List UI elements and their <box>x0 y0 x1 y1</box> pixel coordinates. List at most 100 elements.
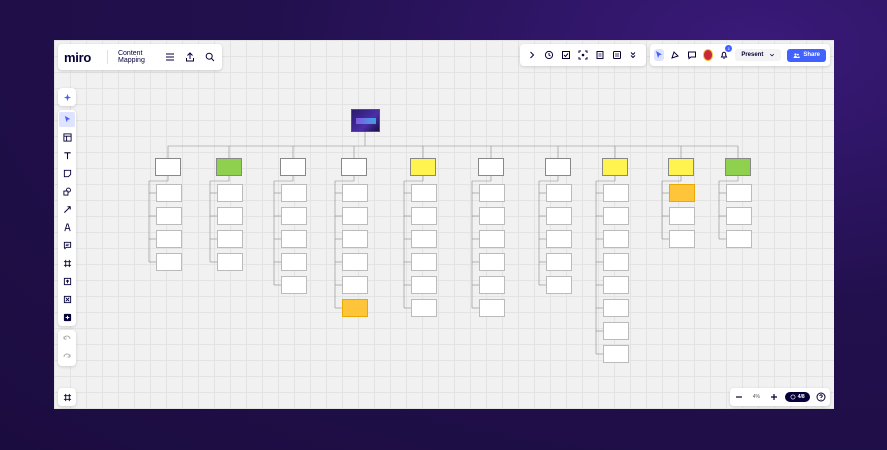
content-card[interactable] <box>603 322 629 340</box>
chevron-right-icon[interactable] <box>526 49 538 61</box>
timer-icon[interactable] <box>543 49 555 61</box>
comment-icon[interactable] <box>686 49 696 61</box>
content-card[interactable] <box>411 207 437 225</box>
content-card[interactable] <box>603 230 629 248</box>
voting-icon[interactable] <box>560 49 572 61</box>
content-card[interactable] <box>217 184 243 202</box>
content-card[interactable] <box>603 276 629 294</box>
content-card[interactable] <box>342 253 368 271</box>
content-card[interactable] <box>726 230 752 248</box>
content-card[interactable] <box>342 184 368 202</box>
content-card[interactable] <box>546 276 572 294</box>
content-card[interactable] <box>603 253 629 271</box>
zoom-out-icon[interactable] <box>734 391 744 403</box>
pen-tool[interactable] <box>59 220 75 235</box>
content-card[interactable] <box>603 207 629 225</box>
content-card[interactable] <box>546 184 572 202</box>
upload-tool[interactable] <box>59 274 75 289</box>
export-icon[interactable] <box>184 51 196 63</box>
content-card[interactable] <box>726 207 752 225</box>
content-card[interactable] <box>479 276 505 294</box>
content-card[interactable] <box>156 253 182 271</box>
zoom-in-icon[interactable] <box>768 391 778 403</box>
category-card[interactable] <box>725 158 751 176</box>
content-card[interactable] <box>281 207 307 225</box>
content-card[interactable] <box>281 184 307 202</box>
content-card[interactable] <box>411 276 437 294</box>
content-card[interactable] <box>603 299 629 317</box>
chevron-double-down-icon[interactable] <box>627 49 639 61</box>
frames-panel-button[interactable] <box>58 388 76 406</box>
comment-tool[interactable] <box>59 238 75 253</box>
notes-icon[interactable] <box>611 49 623 61</box>
content-card[interactable] <box>479 184 505 202</box>
content-card[interactable] <box>156 184 182 202</box>
sticky-note-tool[interactable] <box>59 166 75 181</box>
content-card[interactable] <box>411 184 437 202</box>
shapes-tool[interactable] <box>59 184 75 199</box>
category-card[interactable] <box>216 158 242 176</box>
content-card[interactable] <box>479 253 505 271</box>
user-avatar[interactable] <box>702 49 714 61</box>
content-card[interactable] <box>411 299 437 317</box>
content-card[interactable] <box>281 276 307 294</box>
content-card[interactable] <box>342 230 368 248</box>
content-card[interactable] <box>217 230 243 248</box>
content-card[interactable] <box>342 299 368 317</box>
category-card[interactable] <box>478 158 504 176</box>
redo-icon[interactable] <box>61 351 73 363</box>
category-card[interactable] <box>341 158 367 176</box>
content-card[interactable] <box>411 253 437 271</box>
search-icon[interactable] <box>204 51 216 63</box>
category-card[interactable] <box>668 158 694 176</box>
content-card[interactable] <box>217 253 243 271</box>
reactions-icon[interactable] <box>670 49 680 61</box>
help-icon[interactable] <box>816 391 826 403</box>
content-card[interactable] <box>217 207 243 225</box>
focus-icon[interactable] <box>577 49 589 61</box>
present-button[interactable]: Present <box>735 49 782 61</box>
ai-assist-button[interactable] <box>58 88 76 106</box>
content-card[interactable] <box>281 253 307 271</box>
connection-line-tool[interactable] <box>59 202 75 217</box>
content-card[interactable] <box>603 184 629 202</box>
content-card[interactable] <box>546 207 572 225</box>
zoom-level[interactable]: 4% <box>750 394 762 400</box>
page-indicator[interactable]: 4/8 <box>784 392 810 402</box>
content-card[interactable] <box>726 184 752 202</box>
share-button[interactable]: Share <box>787 48 827 62</box>
content-card[interactable] <box>546 253 572 271</box>
category-card[interactable] <box>410 158 436 176</box>
content-card[interactable] <box>479 299 505 317</box>
card-icon[interactable] <box>594 49 606 61</box>
content-card[interactable] <box>281 230 307 248</box>
select-tool[interactable] <box>59 112 75 127</box>
content-card[interactable] <box>479 230 505 248</box>
content-card[interactable] <box>603 345 629 363</box>
content-card[interactable] <box>342 207 368 225</box>
more-tools[interactable] <box>59 310 75 325</box>
category-card[interactable] <box>545 158 571 176</box>
content-card[interactable] <box>669 230 695 248</box>
content-card[interactable] <box>479 207 505 225</box>
category-card[interactable] <box>155 158 181 176</box>
content-card[interactable] <box>342 276 368 294</box>
content-card[interactable] <box>156 207 182 225</box>
root-image-card[interactable] <box>351 109 380 132</box>
content-card[interactable] <box>156 230 182 248</box>
text-tool[interactable] <box>59 148 75 163</box>
templates-tool[interactable] <box>59 130 75 145</box>
menu-icon[interactable] <box>164 51 176 63</box>
content-card[interactable] <box>669 184 695 202</box>
apps-tool[interactable] <box>59 292 75 307</box>
frame-tool[interactable] <box>59 256 75 271</box>
category-card[interactable] <box>602 158 628 176</box>
undo-icon[interactable] <box>61 333 73 345</box>
content-card[interactable] <box>669 207 695 225</box>
select-cursor-icon[interactable] <box>654 49 665 61</box>
content-card[interactable] <box>546 230 572 248</box>
content-card[interactable] <box>411 230 437 248</box>
miro-logo[interactable]: miro <box>64 50 91 65</box>
notifications-bell-icon[interactable]: 1 <box>719 45 733 61</box>
category-card[interactable] <box>280 158 306 176</box>
